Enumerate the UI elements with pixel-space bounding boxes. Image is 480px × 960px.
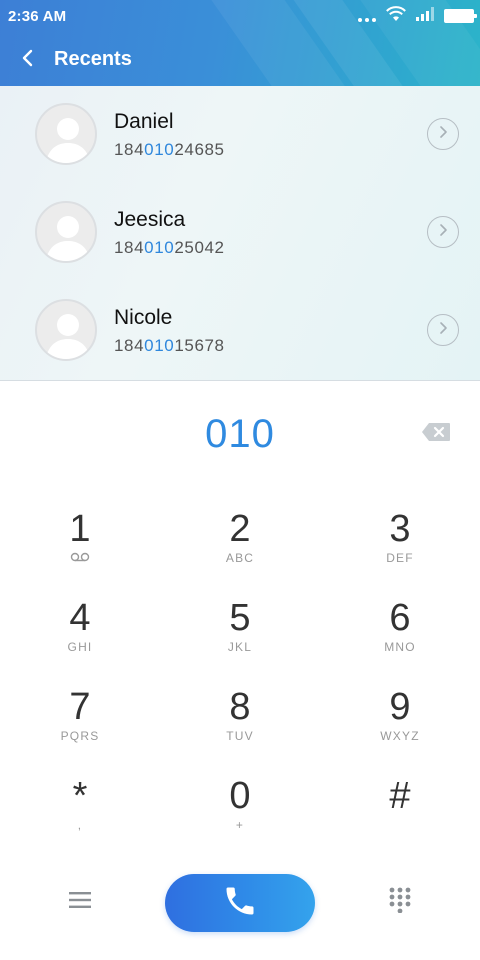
- key-9[interactable]: 9 WXYZ: [320, 678, 480, 767]
- avatar: [35, 103, 97, 165]
- key-letters: DEF: [386, 551, 414, 565]
- number-prefix: 184: [114, 336, 145, 355]
- chevron-right-icon: [438, 321, 448, 340]
- avatar: [35, 299, 97, 361]
- title-bar: Recents: [0, 36, 480, 84]
- dial-display: 010: [0, 400, 480, 470]
- page-title: Recents: [54, 48, 132, 70]
- backspace-button[interactable]: [418, 422, 454, 446]
- menu-button[interactable]: [62, 886, 98, 918]
- number-suffix: 15678: [174, 336, 225, 355]
- key-digit: 9: [389, 686, 411, 728]
- chevron-right-icon: [438, 125, 448, 144]
- contact-detail-button[interactable]: [427, 216, 459, 248]
- keypad-toggle-button[interactable]: [384, 886, 416, 918]
- chevron-left-icon: [21, 49, 33, 72]
- status-time: 2:36 AM: [8, 8, 67, 25]
- key-digit: #: [389, 775, 411, 817]
- avatar: [35, 201, 97, 263]
- number-prefix: 184: [114, 140, 145, 159]
- number-match-highlight: 010: [144, 140, 175, 159]
- contact-name: Jeesica: [114, 208, 186, 231]
- wifi-icon: [386, 5, 406, 27]
- key-digit: 7: [69, 686, 91, 728]
- key-letters: TUV: [226, 729, 254, 743]
- number-suffix: 24685: [174, 140, 225, 159]
- recents-list: Daniel 18401024685 Jeesica 18401025042 N…: [0, 86, 480, 381]
- phone-icon: [222, 883, 258, 924]
- key-letters: GHI: [67, 640, 93, 654]
- key-6[interactable]: 6 MNO: [320, 589, 480, 678]
- key-1[interactable]: 1: [0, 500, 160, 589]
- back-button[interactable]: [10, 44, 44, 76]
- number-match-highlight: 010: [144, 238, 175, 257]
- key-3[interactable]: 3 DEF: [320, 500, 480, 589]
- chevron-right-icon: [438, 223, 448, 242]
- key-8[interactable]: 8 TUV: [160, 678, 320, 767]
- key-2[interactable]: 2 ABC: [160, 500, 320, 589]
- key-digit: 3: [389, 508, 411, 550]
- contact-number: 18401015678: [114, 336, 225, 356]
- key-digit: 1: [69, 508, 91, 550]
- number-prefix: 184: [114, 238, 145, 257]
- recent-contact-row[interactable]: Daniel 18401024685: [0, 86, 480, 184]
- battery-icon: [444, 9, 477, 23]
- status-bar: 2:36 AM: [0, 0, 480, 32]
- key-digit: 6: [389, 597, 411, 639]
- number-suffix: 25042: [174, 238, 225, 257]
- recent-contact-row[interactable]: Nicole 18401015678: [0, 282, 480, 380]
- recent-contact-row[interactable]: Jeesica 18401025042: [0, 184, 480, 282]
- voicemail-icon: [0, 552, 160, 562]
- key-hash[interactable]: #: [320, 767, 480, 856]
- key-digit: 0: [229, 775, 251, 817]
- key-letters: WXYZ: [380, 729, 420, 743]
- bottom-action-bar: [0, 872, 480, 934]
- key-letters: ABC: [225, 551, 255, 565]
- call-button[interactable]: [165, 874, 315, 932]
- key-digit: *: [72, 775, 88, 817]
- signal-icon: [416, 6, 434, 26]
- key-7[interactable]: 7 PQRS: [0, 678, 160, 767]
- key-4[interactable]: 4 GHI: [0, 589, 160, 678]
- key-letters: +: [235, 818, 245, 832]
- contact-number: 18401025042: [114, 238, 225, 258]
- key-letters: MNO: [384, 640, 416, 654]
- dialpad-icon: [389, 887, 411, 918]
- key-digit: 4: [69, 597, 91, 639]
- key-star[interactable]: * ,: [0, 767, 160, 856]
- key-letters: PQRS: [60, 729, 100, 743]
- backspace-icon: [421, 422, 451, 447]
- hamburger-menu-icon: [69, 891, 91, 914]
- contact-name: Daniel: [114, 110, 174, 133]
- key-5[interactable]: 5 JKL: [160, 589, 320, 678]
- key-letters: JKL: [227, 640, 253, 654]
- key-digit: 8: [229, 686, 251, 728]
- keypad: 1 2 ABC 3 DEF 4 GHI 5 JKL 6 MNO 7 PQRS 8…: [0, 500, 480, 856]
- contact-number: 18401024685: [114, 140, 225, 160]
- contact-name: Nicole: [114, 306, 173, 329]
- status-icons: [358, 5, 477, 27]
- key-0[interactable]: 0 +: [160, 767, 320, 856]
- key-digit: 5: [229, 597, 251, 639]
- number-match-highlight: 010: [144, 336, 175, 355]
- key-letters: ,: [77, 818, 83, 832]
- dialed-number: 010: [205, 412, 275, 456]
- app-header: 2:36 AM Recents: [0, 0, 480, 86]
- key-digit: 2: [229, 508, 251, 550]
- contact-detail-button[interactable]: [427, 314, 459, 346]
- contact-detail-button[interactable]: [427, 118, 459, 150]
- more-notifications-icon: [358, 10, 376, 22]
